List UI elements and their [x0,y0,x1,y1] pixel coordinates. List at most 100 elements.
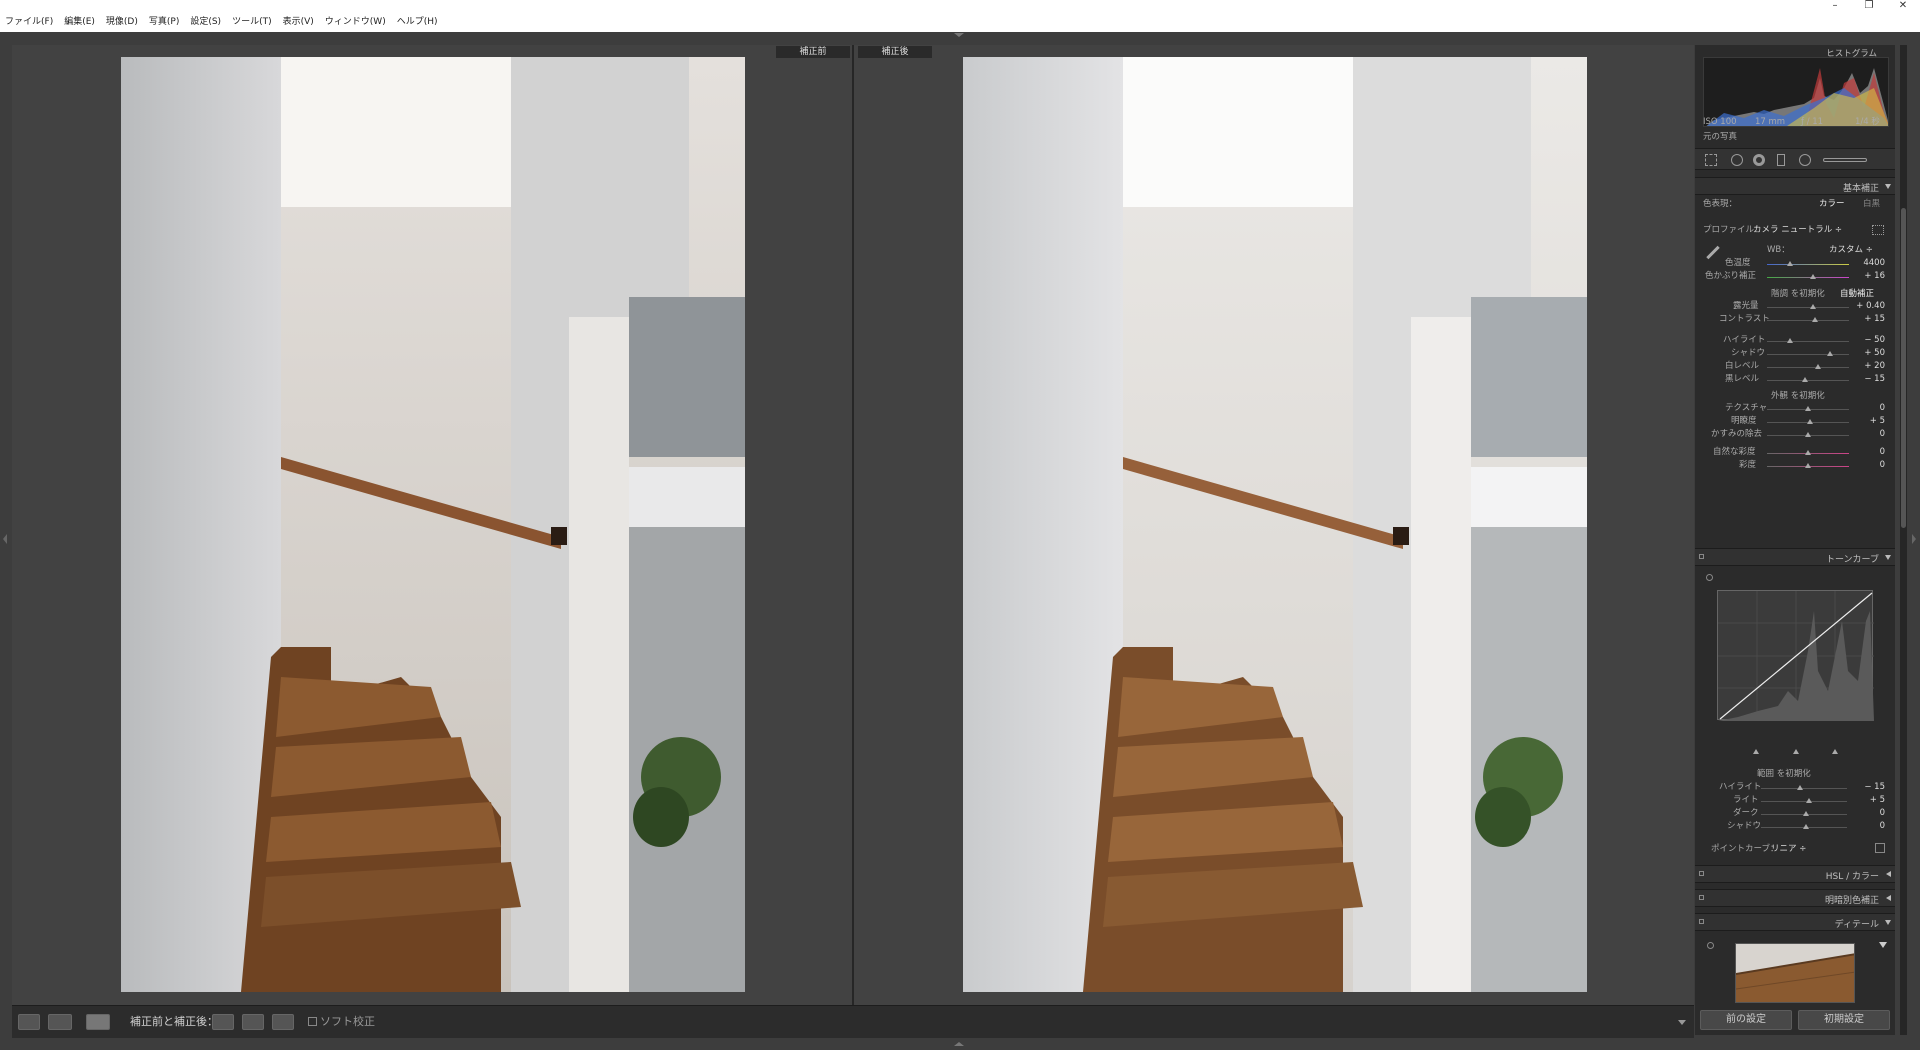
copy-after-to-before-button[interactable] [242,1014,264,1030]
shadows-knob[interactable] [1827,351,1833,356]
soft-proof-toggle[interactable]: ソフト校正 [308,1015,375,1029]
profile-dropdown[interactable]: カメラ ニュートラル ÷ [1753,225,1842,235]
panel-switch-icon[interactable] [1699,871,1704,876]
tint-value[interactable]: + 16 [1855,271,1885,281]
curve-split-knob-1[interactable] [1753,749,1759,754]
highlights-slider[interactable] [1767,338,1849,343]
collapse-icon[interactable] [1885,555,1891,560]
toolbar-menu-icon[interactable] [1678,1020,1686,1025]
curve-darks-value[interactable]: 0 [1855,808,1885,818]
curve-split-knob-3[interactable] [1832,749,1838,754]
exposure-slider[interactable] [1767,304,1849,309]
profile-browser-icon[interactable] [1872,225,1884,235]
hsl-panel-header[interactable]: HSL / カラー [1695,865,1895,883]
exposure-value[interactable]: + 0.40 [1855,301,1885,311]
exposure-knob[interactable] [1810,304,1816,309]
maximize-button[interactable]: ❐ [1852,0,1886,14]
after-photo[interactable] [963,57,1587,992]
clarity-value[interactable]: + 5 [1855,416,1885,426]
region-reset-label[interactable]: 範囲 を初期化 [1757,769,1811,779]
tint-knob[interactable] [1810,274,1816,279]
detail-panel-header[interactable]: ディテール [1695,913,1895,931]
soft-proof-checkbox[interactable] [308,1017,317,1026]
whites-value[interactable]: + 20 [1855,361,1885,371]
before-photo[interactable] [121,57,745,992]
tone-curve-panel-header[interactable]: トーンカーブ [1695,548,1895,566]
curve-shadows-slider[interactable] [1761,824,1847,829]
before-after-view-button[interactable] [86,1014,110,1030]
panel-switch-icon[interactable] [1699,554,1704,559]
blacks-value[interactable]: − 15 [1855,374,1885,384]
dehaze-slider[interactable] [1767,432,1849,437]
curve-shadows-knob[interactable] [1803,824,1809,829]
detail-menu-icon[interactable] [1879,942,1887,948]
copy-before-to-after-button[interactable] [212,1014,234,1030]
collapse-icon[interactable] [1885,184,1891,189]
minimize-button[interactable]: – [1818,0,1852,14]
clarity-knob[interactable] [1807,419,1813,424]
swap-before-after-button[interactable] [272,1014,294,1030]
target-adjustment-icon[interactable] [1706,574,1713,581]
curve-darks-slider[interactable] [1761,811,1847,816]
curve-lights-slider[interactable] [1761,798,1847,803]
temp-slider[interactable] [1767,261,1849,266]
detail-preview-thumbnail[interactable] [1735,943,1855,1003]
whites-slider[interactable] [1767,364,1849,369]
contrast-value[interactable]: + 15 [1855,314,1885,324]
menu-view[interactable]: 表示(V) [278,14,320,30]
highlights-value[interactable]: − 50 [1855,335,1885,345]
panel-switch-icon[interactable] [1699,895,1704,900]
expand-icon[interactable] [1886,895,1891,901]
saturation-value[interactable]: 0 [1855,460,1885,470]
menu-help[interactable]: ヘルプ(H) [392,14,444,30]
treatment-bw-button[interactable]: 白黒 [1863,199,1880,209]
menu-photo[interactable]: 写真(P) [144,14,185,30]
contrast-slider[interactable] [1767,317,1849,322]
original-photo-toggle[interactable]: 元の写真 [1703,132,1737,142]
compare-view-button[interactable] [48,1014,72,1030]
vibrance-value[interactable]: 0 [1855,447,1885,457]
menu-edit[interactable]: 編集(E) [59,14,101,30]
point-curve-dropdown[interactable]: リニア ÷ [1771,844,1806,854]
menu-develop[interactable]: 現像(D) [101,14,144,30]
expand-icon[interactable] [1886,871,1891,877]
dehaze-knob[interactable] [1805,432,1811,437]
spot-removal-icon[interactable] [1731,154,1743,166]
saturation-knob[interactable] [1805,463,1811,468]
texture-slider[interactable] [1767,406,1849,411]
graduated-filter-icon[interactable] [1777,154,1785,166]
saturation-slider[interactable] [1767,463,1849,468]
vibrance-knob[interactable] [1805,450,1811,455]
panel-scrollbar-thumb[interactable] [1901,208,1906,528]
loupe-view-button[interactable] [18,1014,40,1030]
treatment-color-button[interactable]: カラー [1819,199,1845,209]
tint-slider[interactable] [1767,274,1849,279]
menu-window[interactable]: ウィンドウ(W) [320,14,392,30]
wb-eyedropper-icon[interactable] [1706,245,1720,260]
tone-curve-graph[interactable] [1717,590,1874,721]
curve-split-knob-2[interactable] [1793,749,1799,754]
curve-shadows-value[interactable]: 0 [1855,821,1885,831]
right-panel-toggle-icon[interactable] [1912,534,1916,544]
presence-reset-label[interactable]: 外観 を初期化 [1771,391,1825,401]
menu-tools[interactable]: ツール(T) [227,14,278,30]
panel-switch-icon[interactable] [1699,919,1704,924]
whites-knob[interactable] [1815,364,1821,369]
radial-filter-icon[interactable] [1799,154,1811,166]
detail-target-icon[interactable] [1707,942,1714,949]
shadows-slider[interactable] [1767,351,1849,356]
menu-settings[interactable]: 設定(S) [185,14,227,30]
curve-highlights-knob[interactable] [1797,785,1803,790]
curve-highlights-slider[interactable] [1761,785,1847,790]
adjustment-brush-icon[interactable] [1823,158,1867,162]
shadows-value[interactable]: + 50 [1855,348,1885,358]
filmstrip-toggle-icon[interactable] [954,1042,964,1046]
curve-lights-value[interactable]: + 5 [1855,795,1885,805]
panel-scrollbar[interactable] [1900,45,1907,1035]
texture-value[interactable]: 0 [1855,403,1885,413]
red-eye-icon[interactable] [1753,154,1765,166]
dehaze-value[interactable]: 0 [1855,429,1885,439]
contrast-knob[interactable] [1812,317,1818,322]
previous-settings-button[interactable]: 前の設定 [1700,1010,1792,1030]
temp-knob[interactable] [1787,261,1793,266]
